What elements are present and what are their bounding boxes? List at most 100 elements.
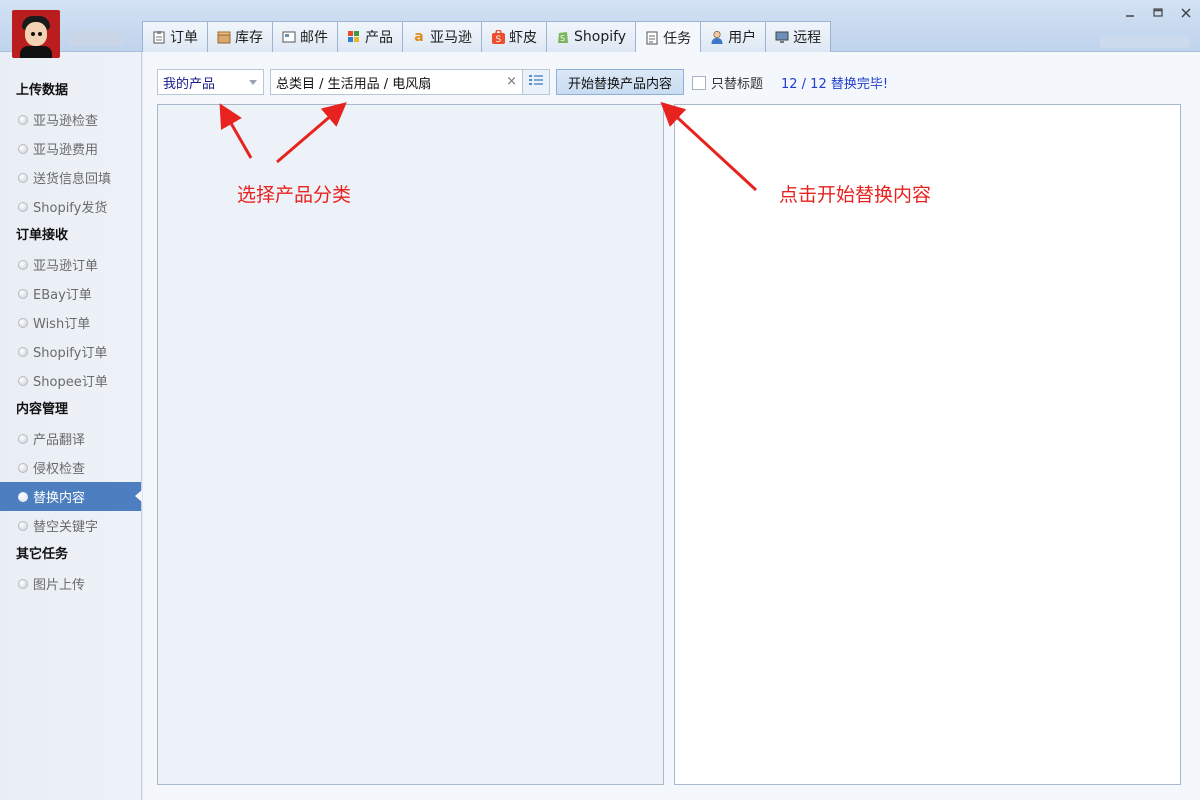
tab-label: 库存 (235, 30, 263, 46)
start-replace-button[interactable]: 开始替换产品内容 (556, 69, 684, 95)
tab-products[interactable]: 产品 (337, 21, 403, 52)
radio-dot-icon (18, 520, 28, 531)
category-list-button[interactable] (522, 69, 550, 95)
tab-label: 产品 (365, 30, 393, 46)
shopify-icon: S (556, 30, 570, 44)
main-content: 我的产品 总类目 / 生活用品 / 电风扇 × 开始替换产品内容 只替标题 12… (143, 52, 1200, 800)
sidebar-item-ebay-orders[interactable]: EBay订单 (0, 279, 141, 308)
sidebar-item-label: Shopify订单 (33, 346, 108, 361)
annotation-left: 选择产品分类 (237, 184, 352, 206)
radio-dot-icon (18, 201, 28, 212)
sidebar-item-label: 产品翻译 (33, 433, 86, 448)
sidebar-group-other: 其它任务 (16, 547, 69, 562)
tab-label: 用户 (728, 30, 757, 46)
sidebar-item-label: 亚马逊订单 (33, 259, 99, 274)
status-text: 12 / 12 替换完毕! (781, 77, 889, 92)
tab-users[interactable]: 用户 (700, 21, 767, 52)
product-source-select[interactable]: 我的产品 (157, 69, 264, 95)
radio-dot-icon (18, 462, 28, 473)
sidebar-item-label: 亚马逊费用 (33, 143, 99, 158)
sidebar-item-label: 侵权检查 (33, 462, 86, 477)
sidebar-item-clear-keywords[interactable]: 替空关键字 (0, 511, 141, 540)
sidebar-item-wish-orders[interactable]: Wish订单 (0, 308, 141, 337)
radio-dot-icon (18, 288, 28, 299)
svg-text:S: S (560, 34, 565, 43)
minimize-button[interactable] (1116, 4, 1144, 22)
clear-icon[interactable]: × (506, 74, 517, 89)
radio-dot-icon (18, 346, 28, 357)
sidebar-item-label: 送货信息回填 (33, 172, 112, 187)
tab-label: 亚马逊 (430, 30, 472, 46)
radio-dot-icon (18, 143, 28, 154)
tab-label: 远程 (793, 30, 822, 46)
tab-tasks[interactable]: 任务 (635, 21, 702, 53)
sidebar-item-amazon-check[interactable]: 亚马逊检查 (0, 105, 141, 134)
chevron-down-icon (249, 80, 257, 85)
toolbar: 我的产品 总类目 / 生活用品 / 电风扇 × 开始替换产品内容 只替标题 12… (157, 69, 1197, 95)
amazon-icon: a (414, 29, 424, 45)
sidebar-item-label: Wish订单 (33, 317, 91, 332)
sidebar-item-label: 图片上传 (33, 578, 86, 593)
tab-label: 任务 (663, 30, 692, 47)
tab-shopify[interactable]: S Shopify (546, 21, 637, 52)
tab-mail[interactable]: 邮件 (272, 21, 338, 52)
close-button[interactable] (1172, 4, 1200, 22)
box-icon (217, 30, 231, 44)
left-panel[interactable] (157, 104, 664, 785)
sidebar-item-shopify-orders[interactable]: Shopify订单 (0, 337, 141, 366)
checkbox-label: 只替标题 (711, 77, 764, 92)
sidebar-item-infringement[interactable]: 侵权检查 (0, 453, 141, 482)
tab-label: Shopify (574, 29, 627, 45)
main-tabs: 订单 库存 邮件 产品 a 亚马逊 S 虾皮 S Shopify 任务 用户 远… (142, 21, 832, 53)
checkbox-box[interactable] (692, 75, 706, 90)
list-icon (529, 74, 543, 90)
shopee-icon: S (491, 30, 505, 44)
radio-dot-icon (18, 375, 28, 386)
sidebar-item-replace-content[interactable]: 替换内容 (0, 482, 142, 511)
grid-icon (347, 30, 361, 44)
sidebar-item-shipping-backfill[interactable]: 送货信息回填 (0, 163, 141, 192)
tab-remote[interactable]: 远程 (765, 21, 832, 52)
sidebar-group-content: 内容管理 (16, 402, 69, 417)
task-icon (645, 31, 659, 45)
clipboard-icon (152, 30, 166, 44)
radio-dot-icon (18, 172, 28, 183)
sidebar-item-shopee-orders[interactable]: Shopee订单 (0, 366, 141, 395)
monitor-icon (775, 30, 789, 44)
radio-dot-icon (18, 433, 28, 444)
sidebar-group-upload: 上传数据 (16, 83, 69, 98)
avatar[interactable] (12, 10, 60, 58)
sidebar-item-amazon-orders[interactable]: 亚马逊订单 (0, 250, 141, 279)
sidebar-item-image-upload[interactable]: 图片上传 (0, 569, 141, 598)
radio-dot-icon (18, 114, 28, 125)
sidebar-item-label: 替空关键字 (33, 520, 99, 535)
sidebar-item-shopify-ship[interactable]: Shopify发货 (0, 192, 141, 221)
category-path-field[interactable]: 总类目 / 生活用品 / 电风扇 × (270, 69, 523, 95)
annotation-right: 点击开始替换内容 (779, 184, 932, 206)
sidebar-item-label: EBay订单 (33, 288, 92, 303)
radio-dot-icon (18, 259, 28, 270)
radio-dot-icon (18, 317, 28, 328)
sidebar: 上传数据 亚马逊检查 亚马逊费用 送货信息回填 Shopify发货 订单接收 亚… (0, 52, 142, 800)
username-blur (68, 30, 124, 46)
mail-icon (282, 30, 296, 44)
user-icon (710, 30, 724, 44)
title-only-checkbox[interactable]: 只替标题 (692, 73, 763, 92)
tab-shopee[interactable]: S 虾皮 (481, 21, 547, 52)
sidebar-item-amazon-fees[interactable]: 亚马逊费用 (0, 134, 141, 163)
tab-inventory[interactable]: 库存 (207, 21, 273, 52)
tab-amazon[interactable]: a 亚马逊 (402, 21, 482, 52)
sidebar-item-label: 亚马逊检查 (33, 114, 99, 129)
tab-label: 虾皮 (509, 30, 537, 46)
radio-dot-icon (18, 578, 28, 589)
svg-text:S: S (495, 35, 501, 44)
tab-label: 邮件 (300, 30, 328, 46)
sidebar-item-translate[interactable]: 产品翻译 (0, 424, 141, 453)
sidebar-item-label: 替换内容 (33, 491, 86, 506)
tab-orders[interactable]: 订单 (142, 21, 208, 52)
top-right-blur (1100, 36, 1190, 48)
sidebar-item-label: Shopify发货 (33, 201, 108, 216)
sidebar-item-label: Shopee订单 (33, 375, 108, 390)
category-path-value: 总类目 / 生活用品 / 电风扇 (276, 76, 432, 92)
maximize-button[interactable] (1144, 4, 1172, 22)
